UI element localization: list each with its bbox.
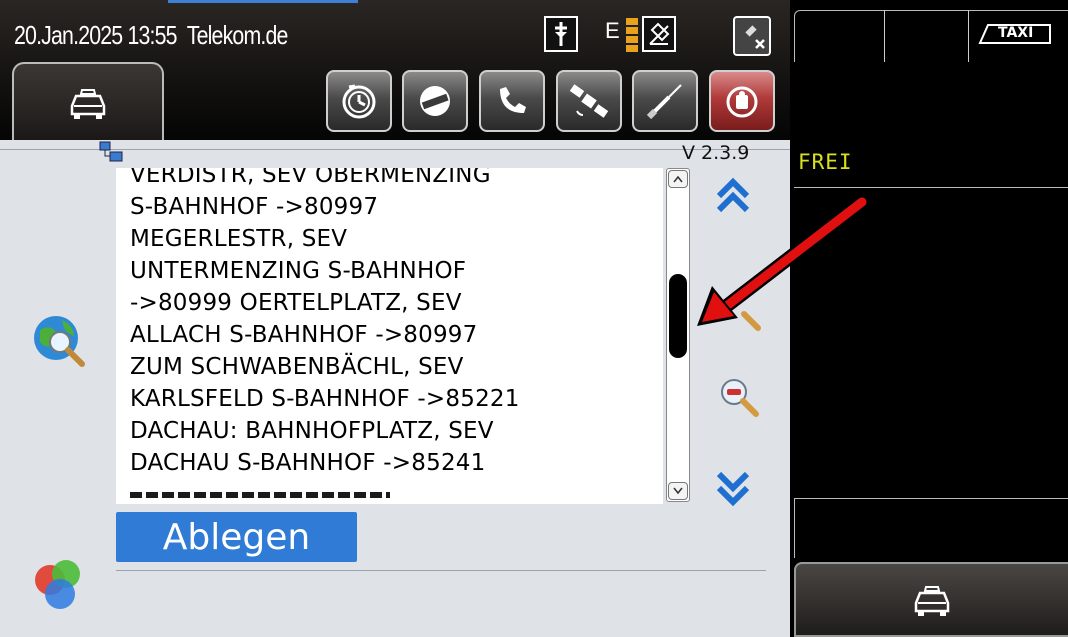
message-line: ->80999 OERTELPLATZ, SEV	[130, 290, 462, 316]
active-tab-indicator	[168, 0, 358, 3]
double-chevron-up-icon	[716, 177, 750, 213]
gps-status-icon	[544, 16, 578, 52]
signal-strength-icon	[626, 18, 638, 52]
status-datetime: 20.Jan.2025 13:55 Telekom.de	[14, 20, 288, 51]
message-line: S-BAHNHOF ->80997	[130, 194, 379, 220]
message-line: UNTERMENZING S-BAHNHOF	[130, 258, 467, 284]
power-button[interactable]	[709, 70, 775, 132]
caret-down-icon	[673, 487, 683, 495]
scrollbar-thumb[interactable]	[669, 274, 687, 358]
zoom-out-icon	[721, 379, 759, 417]
satellite-button[interactable]	[556, 70, 622, 132]
zoom-in-icon	[741, 311, 761, 331]
message-text[interactable]: VERDISTR, SEV OBERMENZING S-BAHNHOF ->80…	[116, 168, 663, 504]
message-line: ALLACH S-BAHNHOF ->80997	[130, 322, 478, 348]
page-down-button[interactable]	[716, 470, 750, 508]
header-bar: 20.Jan.2025 13:55 Telekom.de E	[0, 0, 790, 142]
printer-status-icon	[642, 16, 676, 52]
message-line: KARLSFELD S-BAHNHOF ->85221	[130, 386, 520, 412]
scroll-up-button[interactable]	[668, 170, 688, 188]
page-up-button[interactable]	[716, 176, 750, 214]
clipped-text-line	[130, 492, 390, 498]
status-box	[794, 498, 1068, 558]
network-type-label: E	[605, 18, 620, 43]
power-icon	[726, 86, 758, 118]
status-text: FREI	[798, 150, 853, 174]
taxi-icon	[70, 89, 106, 119]
taxi-icon	[914, 585, 950, 616]
divider	[884, 10, 885, 62]
color-circles-icon	[35, 560, 80, 609]
satellite-off-icon	[733, 16, 771, 56]
ablegen-button[interactable]: Ablegen	[116, 512, 357, 562]
divider	[968, 10, 969, 62]
status-panel: TAXI FREI	[790, 0, 1068, 637]
main-panel: 20.Jan.2025 13:55 Telekom.de E V 2.3.9 V…	[0, 0, 790, 637]
network-icon	[98, 140, 126, 168]
phone-button[interactable]	[479, 70, 545, 132]
network-name: Telekom.de	[186, 20, 289, 50]
no-entry-icon	[420, 86, 450, 116]
globe-search-icon	[34, 316, 85, 367]
message-line: DACHAU: BAHNHOFPLATZ, SEV	[130, 418, 494, 444]
search-button[interactable]	[30, 312, 92, 374]
taxi-badge-label: TAXI	[998, 25, 1034, 41]
message-line: ZUM SCHWABENBÄCHL, SEV	[130, 354, 464, 380]
message-area: V 2.3.9 VERDISTR, SEV OBERMENZING S-BAHN…	[0, 140, 790, 637]
clock-button[interactable]	[326, 70, 392, 132]
satellite-icon	[569, 84, 609, 118]
taxi-mode-button[interactable]	[794, 562, 1068, 637]
divider	[116, 570, 766, 571]
zoom-out-button[interactable]	[718, 376, 762, 420]
wrench-icon	[646, 84, 682, 120]
no-entry-button[interactable]	[402, 70, 468, 132]
message-line: VERDISTR, SEV OBERMENZING	[130, 168, 491, 188]
tab-taxi[interactable]	[12, 62, 164, 142]
caret-up-icon	[673, 175, 683, 183]
zoom-in-button[interactable]	[720, 290, 764, 334]
scroll-down-button[interactable]	[668, 482, 688, 500]
datetime-text: 20.Jan.2025 13:55	[14, 20, 178, 50]
settings-button[interactable]	[632, 70, 698, 132]
message-line: MEGERLESTR, SEV	[130, 226, 348, 252]
double-chevron-down-icon	[716, 471, 750, 507]
divider	[794, 187, 1068, 188]
clock-icon	[342, 84, 376, 119]
taxi-badge: TAXI	[978, 24, 1052, 44]
phone-icon	[500, 87, 526, 113]
message-line: DACHAU S-BAHNHOF ->85241	[130, 450, 486, 476]
color-menu-button[interactable]	[30, 556, 92, 618]
version-label: V 2.3.9	[682, 142, 750, 164]
